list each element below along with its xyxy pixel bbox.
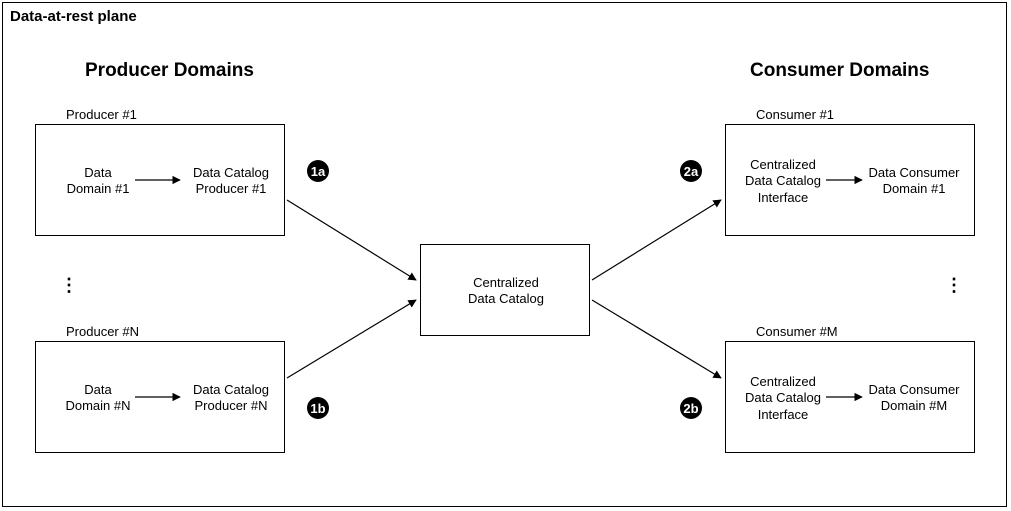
badge-2b: 2b (680, 397, 702, 419)
consumer-m-title: Consumer #M (756, 324, 838, 339)
central-catalog-label: CentralizedData Catalog (421, 275, 591, 308)
producer-1-box: DataDomain #1 Data CatalogProducer #1 (35, 124, 285, 236)
producer-n-title: Producer #N (66, 324, 139, 339)
producer-1-title: Producer #1 (66, 107, 137, 122)
consumer-1-domain: Data ConsumerDomain #1 (864, 165, 964, 198)
producer-domains-heading: Producer Domains (85, 60, 254, 82)
consumer-ellipsis-icon: ⋮ (945, 282, 963, 288)
consumer-1-box: CentralizedData CatalogInterface Data Co… (725, 124, 975, 236)
central-catalog-box: CentralizedData Catalog (420, 244, 590, 336)
producer-1-catalog: Data CatalogProducer #1 (186, 165, 276, 198)
producer-n-box: DataDomain #N Data CatalogProducer #N (35, 341, 285, 453)
consumer-domains-heading: Consumer Domains (750, 60, 929, 82)
badge-1a: 1a (307, 160, 329, 182)
producer-1-data-domain: DataDomain #1 (58, 165, 138, 198)
consumer-1-title: Consumer #1 (756, 107, 834, 122)
consumer-1-interface: CentralizedData CatalogInterface (738, 157, 828, 206)
consumer-m-domain: Data ConsumerDomain #M (864, 382, 964, 415)
producer-n-catalog: Data CatalogProducer #N (186, 382, 276, 415)
consumer-m-interface: CentralizedData CatalogInterface (738, 374, 828, 423)
consumer-m-box: CentralizedData CatalogInterface Data Co… (725, 341, 975, 453)
badge-2a: 2a (680, 160, 702, 182)
plane-title: Data-at-rest plane (10, 8, 137, 25)
producer-n-data-domain: DataDomain #N (58, 382, 138, 415)
badge-1b: 1b (307, 397, 329, 419)
producer-ellipsis-icon: ⋮ (60, 282, 78, 288)
